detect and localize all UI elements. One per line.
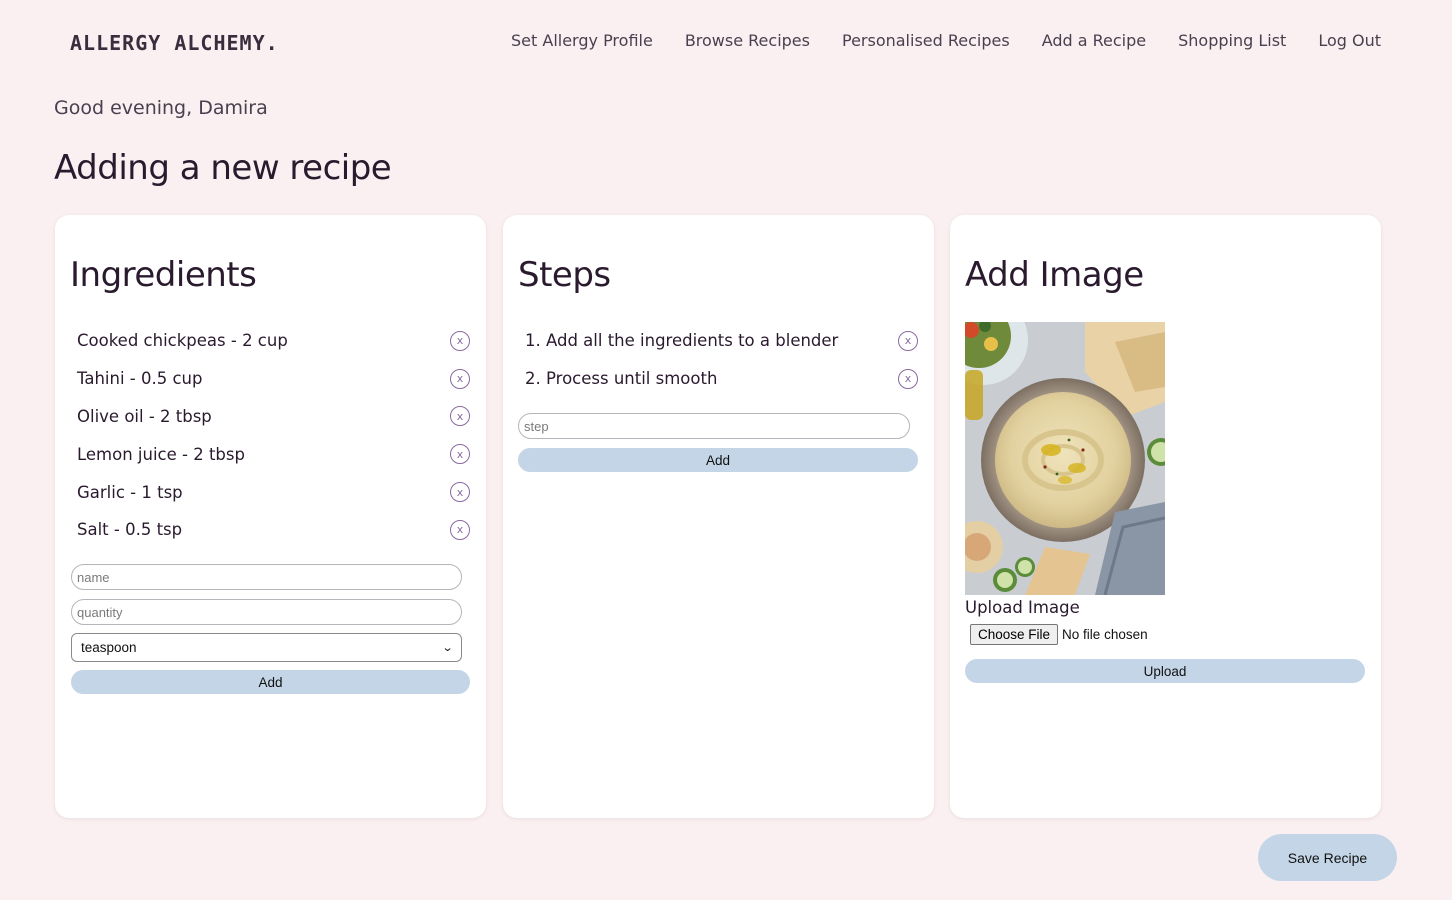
ingredient-item: Salt - 0.5 tsp x [70,511,471,549]
ingredient-text: Cooked chickpeas - 2 cup [77,331,288,351]
page-title: Adding a new recipe [54,148,392,188]
ingredient-text: Salt - 0.5 tsp [77,520,183,540]
remove-ingredient-icon[interactable]: x [450,519,470,540]
nav-browse-recipes[interactable]: Browse Recipes [685,31,810,50]
ingredient-item: Lemon juice - 2 tbsp x [70,435,471,473]
add-ingredient-button[interactable]: Add [71,670,470,694]
site-header: ALLERGY ALCHEMY. Set Allergy Profile Bro… [0,0,1452,85]
ingredient-item: Garlic - 1 tsp x [70,473,471,511]
upload-image-label: Upload Image [965,598,1080,617]
remove-ingredient-icon[interactable]: x [450,330,470,351]
main-nav: Set Allergy Profile Browse Recipes Perso… [511,31,1381,50]
ingredients-card: Ingredients Cooked chickpeas - 2 cup x T… [55,215,486,818]
ingredient-text: Tahini - 0.5 cup [77,369,203,389]
remove-step-icon[interactable]: x [898,368,918,389]
choose-file-button[interactable]: Choose File [970,624,1059,645]
steps-list: 1. Add all the ingredients to a blender … [518,322,919,398]
steps-title: Steps [518,255,611,295]
upload-button[interactable]: Upload [965,659,1365,683]
no-file-text: No file chosen [1062,627,1148,642]
ingredient-item: Olive oil - 2 tbsp x [70,398,471,436]
remove-ingredient-icon[interactable]: x [450,406,470,427]
unit-select-value: teaspoon [81,640,137,655]
save-recipe-button[interactable]: Save Recipe [1258,834,1397,881]
step-item: 2. Process until smooth x [518,360,919,398]
remove-ingredient-icon[interactable]: x [450,444,470,465]
remove-ingredient-icon[interactable]: x [450,368,470,389]
file-input: Choose File No file chosen [970,624,1148,645]
remove-step-icon[interactable]: x [898,330,918,351]
ingredient-quantity-input[interactable] [71,599,462,625]
nav-add-a-recipe[interactable]: Add a Recipe [1042,31,1146,50]
image-card: Add Image Upload Image Choose File No fi… [950,215,1381,818]
step-item: 1. Add all the ingredients to a blender … [518,322,919,360]
chevron-down-icon: ⌄ [441,642,454,654]
recipe-image [965,322,1165,595]
ingredient-text: Lemon juice - 2 tbsp [77,444,245,464]
nav-personalised-recipes[interactable]: Personalised Recipes [842,31,1010,50]
add-step-button[interactable]: Add [518,448,918,472]
ingredient-item: Tahini - 0.5 cup x [70,360,471,398]
ingredients-list: Cooked chickpeas - 2 cup x Tahini - 0.5 … [70,322,471,549]
ingredient-item: Cooked chickpeas - 2 cup x [70,322,471,360]
image-title: Add Image [965,255,1144,295]
nav-set-allergy-profile[interactable]: Set Allergy Profile [511,31,653,50]
unit-select[interactable]: teaspoon ⌄ [71,633,462,662]
greeting-text: Good evening, Damira [54,97,268,119]
ingredients-title: Ingredients [70,255,257,295]
step-text: 2. Process until smooth [525,369,718,389]
nav-log-out[interactable]: Log Out [1318,31,1381,50]
step-text: 1. Add all the ingredients to a blender [525,331,839,351]
step-input[interactable] [518,413,910,439]
ingredient-text: Garlic - 1 tsp [77,482,183,502]
ingredient-text: Olive oil - 2 tbsp [77,406,212,426]
steps-card: Steps 1. Add all the ingredients to a bl… [503,215,934,818]
remove-ingredient-icon[interactable]: x [450,482,470,503]
ingredient-name-input[interactable] [71,564,462,590]
nav-shopping-list[interactable]: Shopping List [1178,31,1286,50]
site-logo[interactable]: ALLERGY ALCHEMY. [70,31,279,55]
